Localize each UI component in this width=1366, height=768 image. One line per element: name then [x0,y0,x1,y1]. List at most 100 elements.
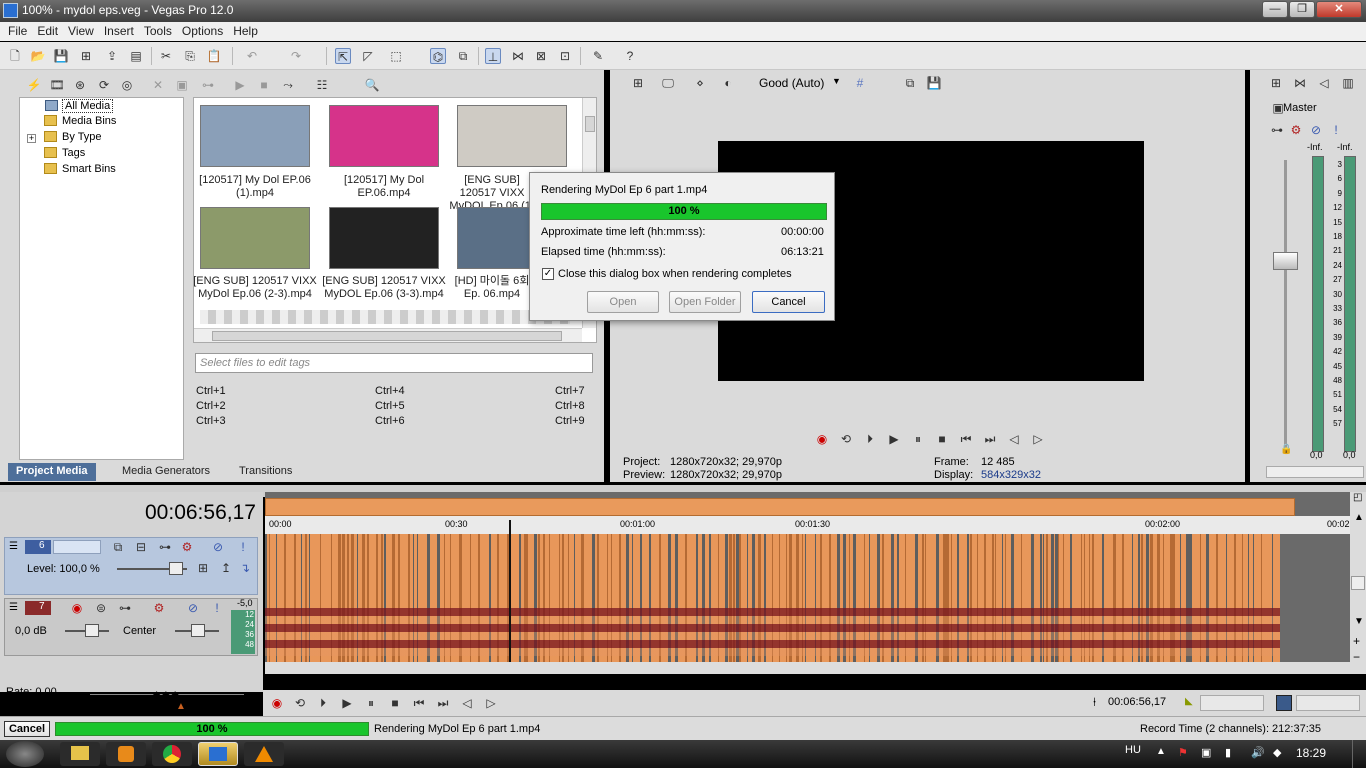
new-icon[interactable]: 🗋 [7,48,23,64]
horizontal-scrollbar[interactable] [194,328,582,342]
show-hidden-icons-icon[interactable]: ▲ [1156,746,1166,757]
master-scrollbar[interactable] [1266,466,1364,478]
pause-icon[interactable]: ⏸ [363,695,379,711]
menu-help[interactable]: Help [229,22,264,41]
menu-file[interactable]: File [4,22,33,41]
zoom-in-icon[interactable]: + [1353,634,1360,648]
selection-end-icon[interactable] [1276,695,1292,711]
external-monitor-icon[interactable]: 🖵 [660,75,676,91]
compositing-mode-icon[interactable]: ⊞ [195,560,211,576]
cursor-timecode[interactable]: 00:06:56,17 [1108,696,1166,708]
language-indicator[interactable]: HU [1125,744,1141,756]
pan-slider-handle[interactable] [191,624,205,637]
video-track-header[interactable]: ☰ 6 ⧉ ⊟ ⊶ ⚙ ⊘ ! Level: 100,0 % ⊞ ↥ ↴ [4,537,258,595]
scroll-thumb[interactable] [585,116,595,132]
play-from-start-icon[interactable]: ⏵ [862,431,878,447]
auto-ripple-icon[interactable]: ⌬ [430,48,446,64]
play-from-start-icon[interactable]: ⏵ [315,695,331,711]
search-icon[interactable]: 🔍 [364,77,380,93]
loop-icon[interactable]: ⟲ [292,695,308,711]
master-fx-icon[interactable]: ▣ [1270,100,1286,116]
make-compositing-parent-icon[interactable]: ↥ [218,560,234,576]
action-center-icon[interactable]: ⚑ [1178,746,1188,759]
go-to-start-icon[interactable]: ⏮ [958,431,974,447]
meter-options-icon[interactable]: ▥ [1340,75,1356,91]
solo-icon[interactable]: ! [209,600,225,616]
open-folder-button[interactable]: Open Folder [669,291,741,313]
stop-icon[interactable]: ■ [387,695,403,711]
import-media-icon[interactable]: ⚡ [26,77,42,93]
taskbar-vlc-button[interactable] [244,742,284,766]
close-on-complete-checkbox[interactable]: ✓ [542,268,554,280]
preview-properties-icon[interactable]: ⊞ [630,75,646,91]
overlays-grid-icon[interactable]: # [852,75,868,91]
expand-by-type-button[interactable]: + [27,134,36,143]
level-slider-handle[interactable] [169,562,183,575]
pause-icon[interactable]: ⏸ [910,431,926,447]
auto-preview-icon[interactable]: ⤳ [280,77,296,93]
mute-icon[interactable]: ⊘ [185,600,201,616]
properties-icon[interactable]: ▤ [128,48,144,64]
fx-chain-icon[interactable]: ⚙ [151,600,167,616]
volume-slider-handle[interactable] [85,624,99,637]
cancel-render-button[interactable]: Cancel [4,721,50,737]
auto-crossfade-icon[interactable]: ⋈ [510,48,526,64]
previous-frame-icon[interactable]: ◁ [459,695,475,711]
media-fx-icon[interactable]: ⊶ [200,77,216,93]
undo-icon[interactable]: ↶ [244,48,260,64]
tab-project-media[interactable]: Project Media [8,463,96,481]
audio-track-header[interactable]: ☰ 7 ◉ ⊜ ⊶ ⚙ ⊘ ! -5,0 12 24 36 48 0,0 dB … [4,598,258,656]
rate-slider-handle[interactable]: ◆◆◆ [152,688,180,702]
playhead-cursor[interactable] [509,520,511,670]
media-thumbnail[interactable] [200,105,310,167]
save-snapshot-icon[interactable]: 💾 [926,75,942,91]
start-button[interactable] [6,741,44,767]
next-frame-icon[interactable]: ▷ [483,695,499,711]
menu-insert[interactable]: Insert [100,22,140,41]
cut-icon[interactable]: ✂ [158,48,174,64]
menu-tools[interactable]: Tools [140,22,178,41]
master-mute-icon[interactable]: ⊘ [1308,122,1324,138]
record-icon[interactable]: ◉ [269,695,285,711]
master-insert-fx-icon[interactable]: ⊶ [1269,122,1285,138]
zoom-out-icon[interactable]: − [1353,650,1360,664]
play-icon[interactable]: ▶ [339,695,355,711]
cancel-button[interactable]: Cancel [752,291,825,313]
track-fx-icon[interactable]: ⊶ [157,539,173,555]
tab-transitions[interactable]: Transitions [231,463,300,481]
invert-phase-icon[interactable]: ⊜ [93,600,109,616]
whats-this-icon[interactable]: ? [622,48,638,64]
selection-end-field[interactable] [1296,695,1360,711]
zoom-icon[interactable]: ◰ [1353,492,1362,503]
vertical-scroll-thumb[interactable] [1351,576,1365,590]
go-to-end-icon[interactable]: ⏭ [982,431,998,447]
time-ruler[interactable]: 00:00 00:30 00:01:00 00:01:30 00:02:00 0… [265,516,1350,534]
normal-edit-tool-icon[interactable]: ⇱ [335,48,351,64]
solo-icon[interactable]: ! [235,539,251,555]
fx-bypass-icon[interactable]: ◐ [720,75,736,91]
pan-crop-icon[interactable]: ⊟ [133,539,149,555]
track-motion-icon[interactable]: ⧉ [110,539,126,555]
tree-item-tags[interactable]: Tags [44,147,85,161]
lock-envelopes-icon[interactable]: ⧉ [455,48,471,64]
go-to-end-icon[interactable]: ⏭ [435,695,451,711]
taskbar-chrome-button[interactable] [152,742,192,766]
track-minimize-icon[interactable]: ☰ [9,602,18,613]
open-icon[interactable]: 📂 [30,48,46,64]
preview-quality-select[interactable]: Good (Auto) [759,76,824,90]
tray-icon[interactable]: ◆ [1273,746,1281,759]
record-icon[interactable]: ◉ [814,431,830,447]
master-properties-icon[interactable]: ⊞ [1268,75,1284,91]
close-button[interactable]: ✕ [1316,1,1362,18]
stop-icon[interactable]: ■ [934,431,950,447]
dim-output-icon[interactable]: ◁ [1316,75,1332,91]
cleanup-icon[interactable]: ✎ [590,48,606,64]
play-icon[interactable]: ▶ [886,431,902,447]
next-frame-icon[interactable]: ▷ [1030,431,1046,447]
views-icon[interactable]: ☷ [314,77,330,93]
master-solo-icon[interactable]: ! [1328,122,1344,138]
clock[interactable]: 18:29 [1296,746,1326,760]
menu-edit[interactable]: Edit [33,22,64,41]
tree-item-by-type[interactable]: By Type [44,131,102,145]
copy-icon[interactable]: ⎘ [182,48,198,64]
